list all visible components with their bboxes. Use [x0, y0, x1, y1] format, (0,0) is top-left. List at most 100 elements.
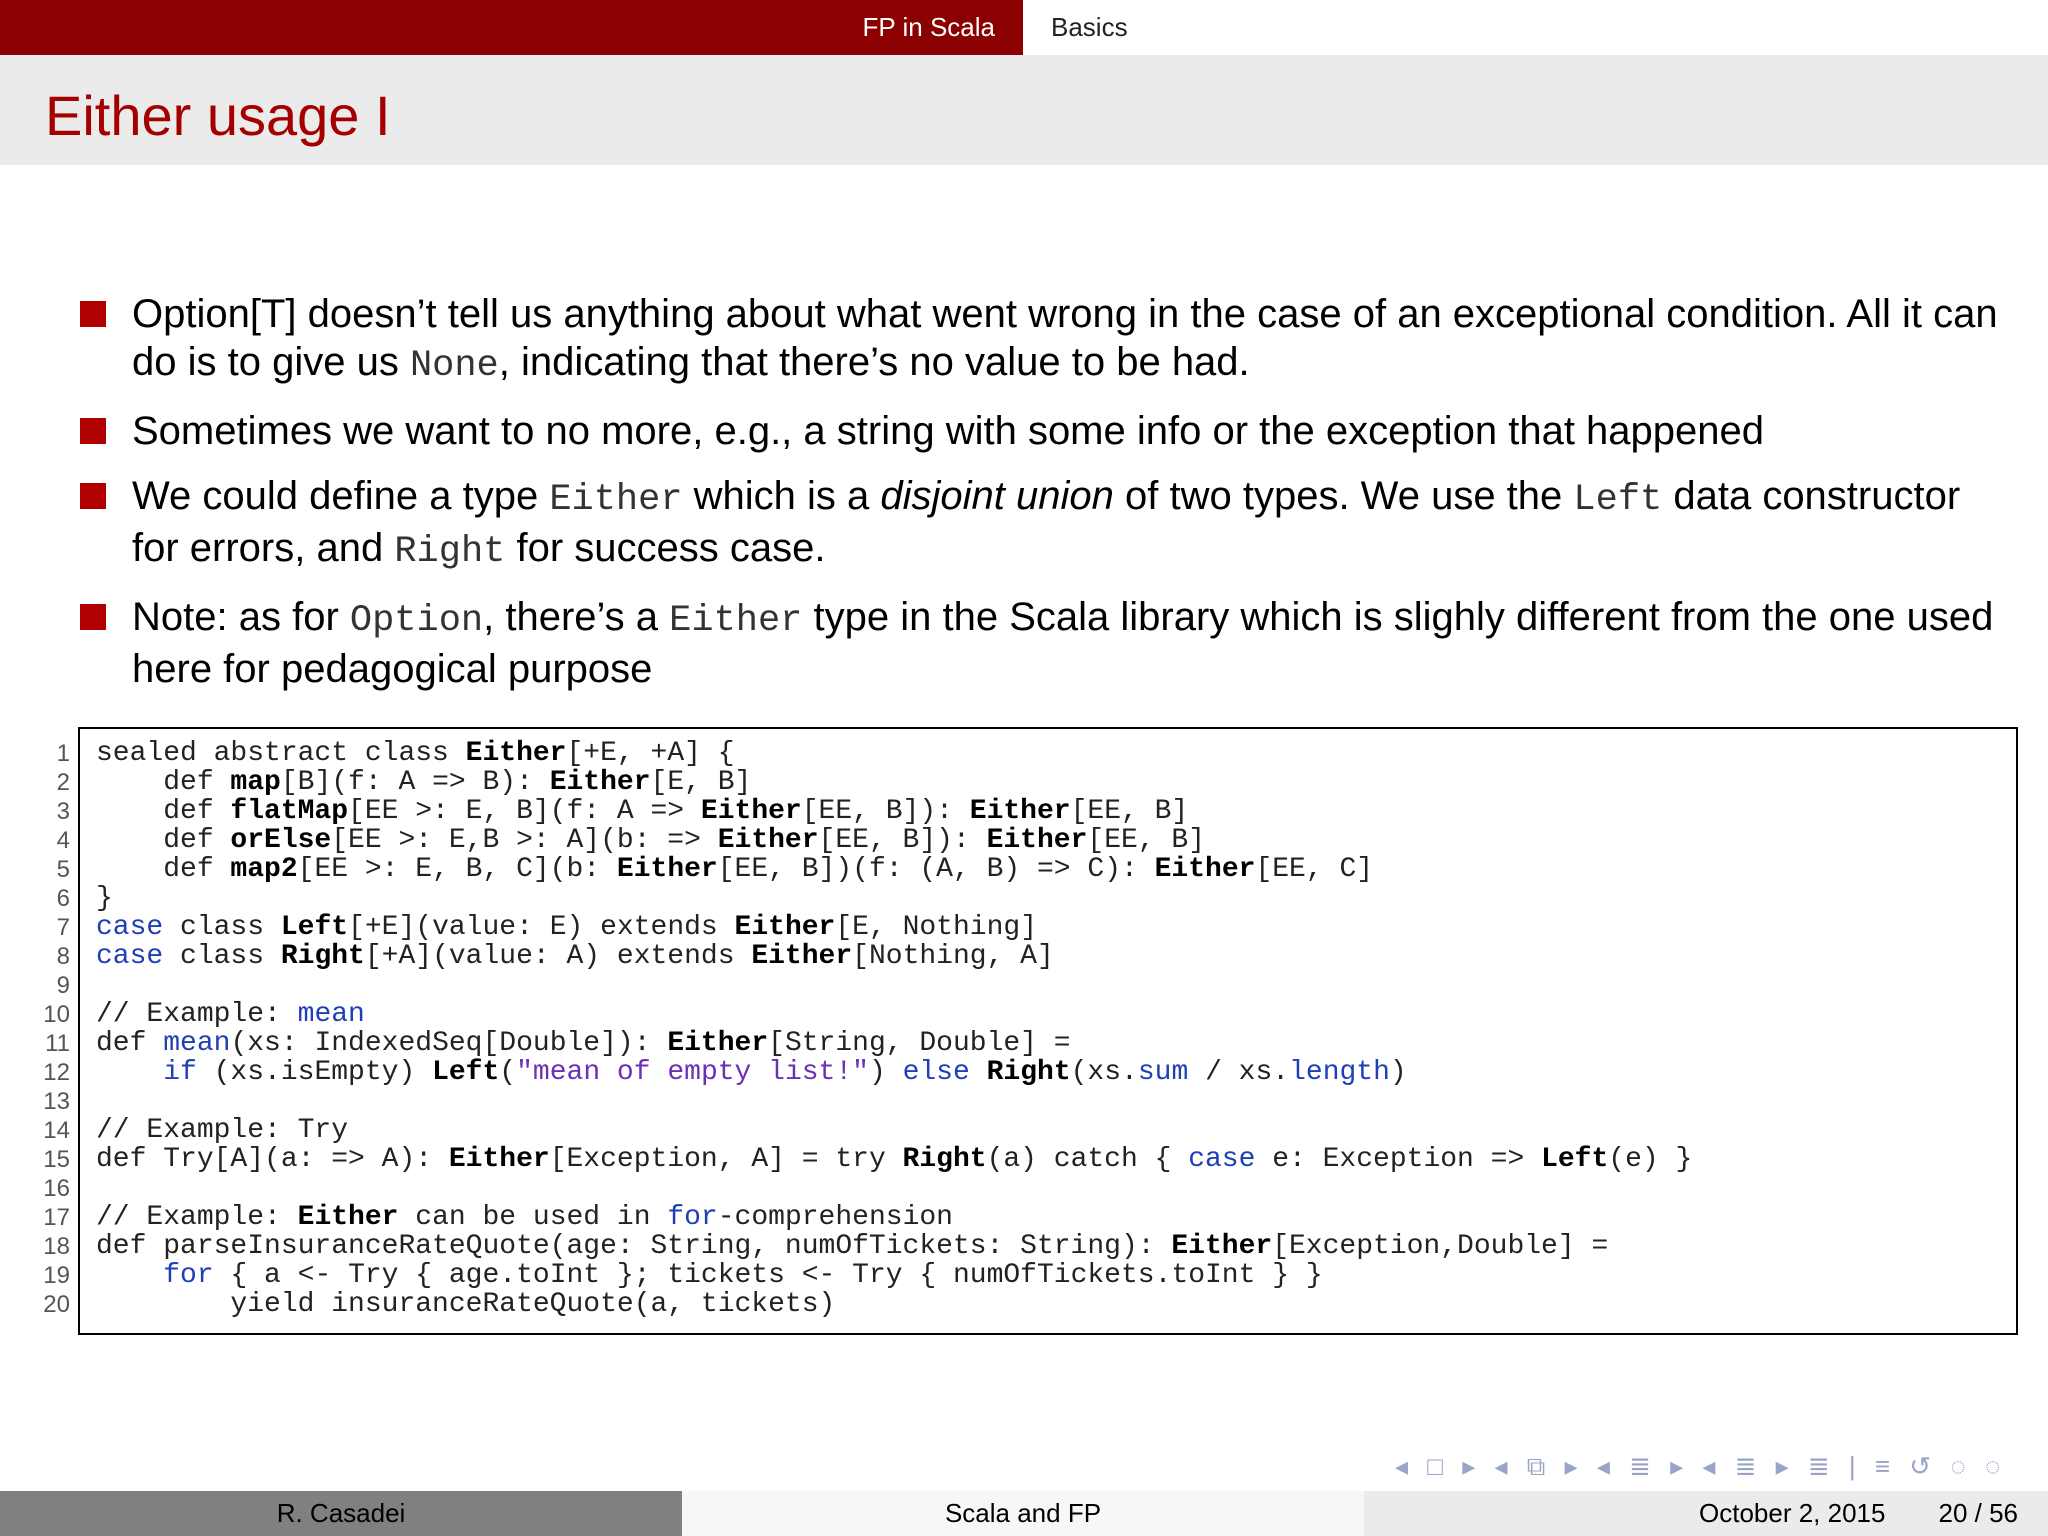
code-token: case — [96, 912, 164, 943]
emphasis-text: disjoint union — [880, 474, 1114, 518]
code-token: { a <- Try { age.toInt }; tickets <- Try… — [213, 1260, 1323, 1291]
code-token: case — [96, 941, 164, 972]
bullet-item: Note: as for Option, there’s a Either ty… — [80, 593, 2000, 693]
code-token: // Example: — [96, 999, 298, 1030]
subsection-label: Basics — [1051, 12, 1128, 42]
bullet-list: Option[T] doesn’t tell us anything about… — [80, 290, 2000, 710]
bullet-item: Sometimes we want to no more, e.g., a st… — [80, 407, 2000, 455]
code-token: for — [163, 1260, 214, 1291]
bullet-text: for success case. — [505, 526, 826, 570]
code-token: [Exception, A] = try — [549, 1144, 903, 1175]
code-token: length — [1289, 1057, 1390, 1088]
header-subsection[interactable]: Basics — [1023, 0, 2048, 55]
code-token: (xs: IndexedSeq[Double]): — [230, 1028, 668, 1059]
code-token: Either — [969, 796, 1071, 827]
code-token: ( — [499, 1057, 517, 1088]
code-token: [Nothing, A] — [852, 941, 1054, 972]
code-token: Either — [700, 796, 802, 827]
code-line-number: 4 — [56, 827, 70, 854]
code-token: Either — [297, 1202, 399, 1233]
footer-author: R. Casadei — [0, 1491, 682, 1536]
code-token: Either — [986, 825, 1088, 856]
code-token: [E, Nothing] — [835, 912, 1037, 943]
code-token: case — [1188, 1144, 1256, 1175]
code-token: Left — [1541, 1144, 1609, 1175]
bullet-text: We could define a type — [132, 474, 550, 518]
code-token: "mean of empty list!" — [516, 1057, 869, 1088]
code-token: [EE, B] — [1070, 796, 1189, 827]
code-token: Left — [432, 1057, 500, 1088]
code-token: Right — [986, 1057, 1071, 1088]
code-token: [EE >: E, B, C](b: — [297, 854, 617, 885]
code-token: [EE, B]): — [801, 796, 970, 827]
code-token: mean — [297, 999, 365, 1030]
code-line: def parseInsuranceRateQuote(age: String,… — [96, 1232, 1608, 1261]
inline-code: Either — [669, 600, 803, 642]
code-token: def — [96, 796, 231, 827]
bullet-square-icon — [80, 604, 106, 630]
code-token: (e) } — [1608, 1144, 1693, 1175]
bullet-square-icon — [80, 483, 106, 509]
bullet-text: of two types. We use the — [1113, 474, 1574, 518]
code-token: Left — [280, 912, 349, 943]
code-token: / xs. — [1188, 1057, 1290, 1088]
code-token: [E, B] — [650, 767, 752, 798]
code-token: e: Exception => — [1255, 1144, 1542, 1175]
code-line: for { a <- Try { age.toInt }; tickets <-… — [96, 1260, 1323, 1291]
code-line-number: 16 — [43, 1175, 70, 1202]
code-line: if (xs.isEmpty) Left("mean of empty list… — [96, 1058, 1407, 1087]
code-token: yield insuranceRateQuote(a, tickets) — [96, 1289, 836, 1320]
code-token: [EE, B])(f: (A, B) => C): — [717, 854, 1155, 885]
slide-title: Either usage I — [45, 84, 391, 147]
code-token: def — [96, 1028, 164, 1059]
code-token: mean — [163, 1028, 231, 1059]
code-token: for — [667, 1202, 718, 1233]
inline-code: Left — [1573, 479, 1663, 521]
code-line-number: 14 — [43, 1117, 70, 1144]
code-token: if — [163, 1057, 197, 1088]
code-line: sealed abstract class Either[+E, +A] { — [96, 739, 735, 768]
code-token: Right — [280, 941, 365, 972]
code-token: def — [96, 854, 231, 885]
code-token: ) — [868, 1057, 903, 1088]
bullet-text: , indicating that there’s no value to be… — [498, 340, 1250, 384]
code-line: def Try[A](a: => A): Either[Exception, A… — [96, 1145, 1692, 1174]
code-token: [+E, +A] { — [566, 738, 735, 769]
code-line-number: 2 — [56, 769, 70, 796]
code-line-number: 12 — [43, 1059, 70, 1086]
code-token: flatMap — [230, 796, 349, 827]
code-line-number: 3 — [56, 798, 70, 825]
code-token: def — [96, 825, 231, 856]
code-token: can be used in — [398, 1202, 668, 1233]
code-token: [EE, B] — [1087, 825, 1206, 856]
code-token: [EE >: E,B >: A](b: => — [331, 825, 718, 856]
code-line-number: 9 — [56, 972, 70, 999]
code-token: def Try[A](a: => A): — [96, 1144, 449, 1175]
code-token: def parseInsuranceRateQuote(age: String,… — [96, 1231, 1172, 1262]
code-line: yield insuranceRateQuote(a, tickets) — [96, 1290, 835, 1319]
header-section[interactable]: FP in Scala — [0, 0, 1023, 55]
code-line-number: 13 — [43, 1088, 70, 1115]
code-token: [Exception,Double] = — [1272, 1231, 1609, 1262]
code-token: class — [163, 912, 281, 943]
beamer-navigation-icons[interactable]: ◂ □ ▸ ◂ ⧉ ▸ ◂ ≣ ▸ ◂ ≣ ▸ ≣ | ≡ ↺ ◌ ◌ — [1395, 1448, 2035, 1484]
code-token: map2 — [230, 854, 298, 885]
code-line: // Example: mean — [96, 1000, 365, 1029]
code-token: Either — [1154, 854, 1256, 885]
code-token: Either — [717, 825, 819, 856]
code-line-number: 7 — [56, 914, 70, 941]
footer-bar: R. Casadei Scala and FP October 2, 2015 … — [0, 1491, 2048, 1536]
code-token: Either — [616, 854, 718, 885]
code-token: def — [96, 767, 231, 798]
code-line: // Example: Try — [96, 1116, 348, 1145]
code-line: case class Left[+E](value: E) extends Ei… — [96, 913, 1037, 942]
code-token: } — [96, 883, 113, 914]
code-line-number: 10 — [43, 1001, 70, 1028]
code-line-number: 5 — [56, 856, 70, 883]
inline-code: Either — [549, 479, 683, 521]
code-token: orElse — [230, 825, 332, 856]
code-token: [String, Double] = — [768, 1028, 1071, 1059]
code-token: Either — [549, 767, 651, 798]
